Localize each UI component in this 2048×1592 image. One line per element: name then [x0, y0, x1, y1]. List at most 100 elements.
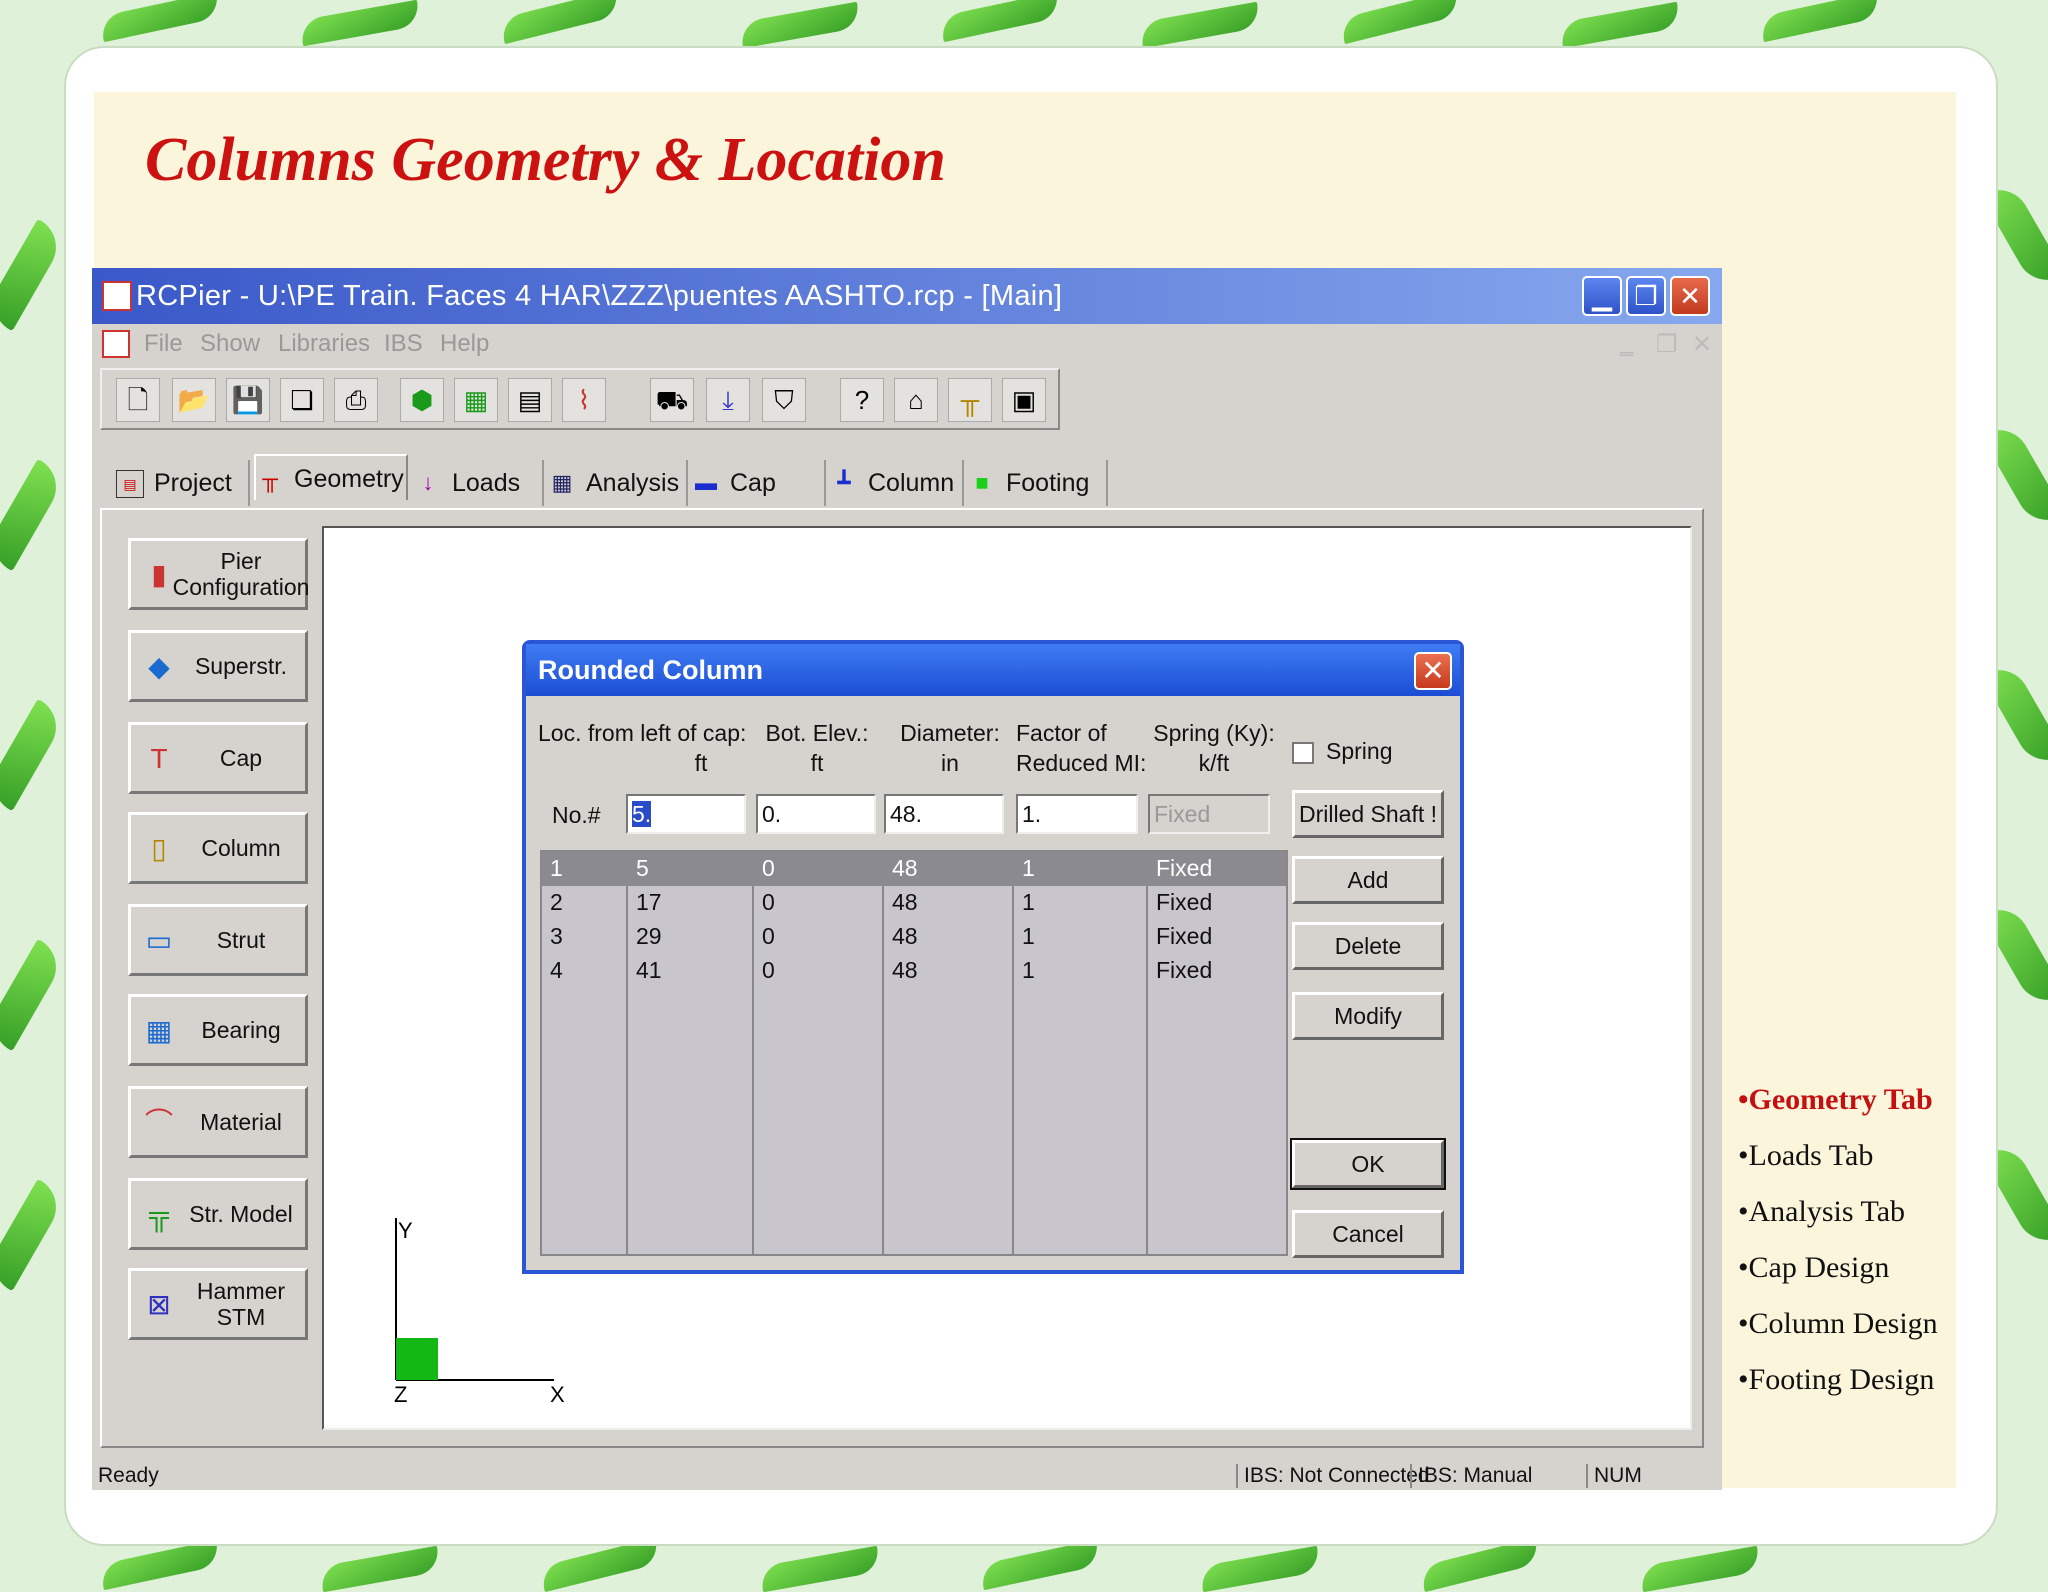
- copy-icon[interactable]: ❏: [280, 378, 324, 422]
- table-cell-loc: 17: [636, 889, 662, 915]
- bullet-item: •Loads Tab: [1738, 1139, 1874, 1172]
- mdi-close-icon[interactable]: ✕: [1692, 330, 1712, 359]
- table-cell-bot: 0: [762, 889, 775, 915]
- save-icon[interactable]: 💾: [226, 378, 270, 422]
- spring-checkbox-label: Spring: [1326, 738, 1393, 764]
- header-loc-label: Loc. from left of cap:: [538, 720, 747, 746]
- sidebar-button-label: Cap: [219, 745, 263, 771]
- tab-geometry[interactable]: ╥ Geometry: [254, 454, 408, 500]
- checkbox-box[interactable]: [1292, 741, 1314, 764]
- status-ready: Ready: [98, 1464, 159, 1487]
- cube-icon: ◆: [148, 651, 170, 682]
- truck-icon[interactable]: ⛟: [650, 378, 694, 422]
- tab-label: Cap: [730, 469, 776, 497]
- menu-help[interactable]: Help: [440, 330, 489, 358]
- window-titlebar[interactable]: RCPier - U:\PE Train. Faces 4 HAR\ZZZ\pu…: [92, 268, 1722, 324]
- bot-elev-input[interactable]: 0.: [756, 794, 876, 834]
- bearing-icon: ▦: [145, 1015, 173, 1046]
- sidebar-button-str-model[interactable]: ╦ Str. Model: [128, 1178, 308, 1250]
- bullet-item: •Footing Design: [1738, 1363, 1935, 1396]
- menu-file[interactable]: File: [144, 330, 183, 358]
- header-bot-unit: ft: [810, 750, 824, 776]
- mdi-minimize-icon[interactable]: ‗: [1620, 330, 1633, 358]
- header-spring-label: Spring (Ky):: [1153, 720, 1275, 746]
- bullet-item: •Analysis Tab: [1738, 1195, 1906, 1228]
- factor-input[interactable]: 1.: [1016, 794, 1138, 834]
- table-cell-bot: 0: [762, 923, 775, 949]
- cap-icon: ▬: [695, 470, 717, 496]
- 3d-view-icon[interactable]: ⬢: [400, 378, 444, 422]
- chart-icon[interactable]: ⌇: [562, 378, 606, 422]
- ok-button[interactable]: OK: [1290, 1138, 1446, 1190]
- print-icon[interactable]: ⎙: [334, 378, 378, 422]
- cancel-button[interactable]: Cancel: [1292, 1210, 1444, 1258]
- table-cell-spring: Fixed: [1156, 957, 1213, 983]
- columns-table[interactable]: 1 5 0 48 1 Fixed 2 17 0 48 1 Fixed 3 29 0 48 1 Fixed 4 41 0 4…: [540, 850, 1288, 1256]
- sidebar-button-hammer-stm[interactable]: ⊠ Hammer STM: [128, 1268, 308, 1340]
- table-row[interactable]: 1 5 0 48 1 Fixed: [542, 852, 1286, 886]
- tab-label: Geometry: [294, 465, 404, 493]
- table-cell-loc: 41: [636, 957, 662, 983]
- sidebar-button-pier-configuration[interactable]: ▮ Pier Configuration: [128, 538, 309, 610]
- home-icon[interactable]: ⌂: [894, 378, 938, 422]
- mdi-restore-icon[interactable]: ❐: [1656, 330, 1678, 359]
- minimize-button[interactable]: ▁: [1582, 276, 1622, 316]
- help-icon[interactable]: ?: [840, 378, 884, 422]
- table-row[interactable]: 4 41 0 48 1 Fixed: [542, 954, 1286, 988]
- sidebar-button-cap[interactable]: T Cap: [128, 722, 308, 794]
- bridge-icon[interactable]: ╥: [948, 378, 992, 422]
- table-cell-no: 4: [550, 957, 563, 983]
- add-button[interactable]: Add: [1292, 856, 1444, 904]
- status-bar: Ready IBS: Not Connected IBS: Manual NUM: [92, 1460, 1722, 1490]
- diameter-input[interactable]: 48.: [884, 794, 1004, 834]
- header-spring-unit: k/ft: [1198, 750, 1230, 776]
- spring-checkbox[interactable]: Spring: [1292, 738, 1392, 765]
- image-icon[interactable]: ▣: [1002, 378, 1046, 422]
- header-bot-label: Bot. Elev.:: [765, 720, 869, 746]
- grid-icon[interactable]: ▦: [454, 378, 498, 422]
- tab-label: Loads: [452, 469, 521, 497]
- strut-icon: ▭: [145, 925, 173, 956]
- app-icon: [102, 281, 132, 311]
- tab-cap[interactable]: ▬ Cap: [692, 460, 826, 506]
- menu-libraries[interactable]: Libraries: [278, 330, 370, 358]
- sidebar-button-label: Bearing: [201, 1017, 281, 1043]
- table-cell-no: 1: [550, 855, 563, 881]
- sidebar-button-superstr[interactable]: ◆ Superstr.: [128, 630, 308, 702]
- new-icon[interactable]: 🗋: [116, 378, 160, 422]
- tab-loads[interactable]: ↓ Loads: [414, 460, 544, 506]
- tab-project[interactable]: ▤ Project: [116, 460, 250, 506]
- table-row[interactable]: 3 29 0 48 1 Fixed: [542, 920, 1286, 954]
- tab-column[interactable]: ┻ Column: [830, 460, 964, 506]
- menu-bar: File Show Libraries IBS Help ‗ ❐ ✕: [92, 324, 1722, 364]
- header-diameter: Diameter: in: [890, 718, 1010, 778]
- sidebar-button-label: Strut: [216, 927, 266, 953]
- document-icon: [102, 330, 130, 358]
- spring-input: Fixed: [1148, 794, 1270, 834]
- header-loc: Loc. from left of cap: ft: [538, 718, 747, 778]
- tab-footing[interactable]: ■ Footing: [968, 460, 1108, 506]
- loc-input[interactable]: 5.: [626, 794, 746, 834]
- close-button[interactable]: ✕: [1670, 276, 1710, 316]
- report-icon[interactable]: ▤: [508, 378, 552, 422]
- dialog-close-button[interactable]: ✕: [1414, 652, 1452, 690]
- tab-analysis[interactable]: ▦ Analysis: [548, 460, 688, 506]
- modify-button[interactable]: Modify: [1292, 992, 1444, 1040]
- delete-button[interactable]: Delete: [1292, 922, 1444, 970]
- sidebar-button-bearing[interactable]: ▦ Bearing: [128, 994, 308, 1066]
- table-row[interactable]: 2 17 0 48 1 Fixed: [542, 886, 1286, 920]
- open-icon[interactable]: 📂: [172, 378, 216, 422]
- z-axis-label: Z: [394, 1382, 407, 1407]
- x-axis-label: X: [550, 1382, 565, 1407]
- sidebar-button-strut[interactable]: ▭ Strut: [128, 904, 308, 976]
- load-icon[interactable]: ⤓: [706, 378, 750, 422]
- stamp-icon[interactable]: ⛉: [762, 378, 806, 422]
- sidebar-button-column[interactable]: ▯ Column: [128, 812, 308, 884]
- menu-show[interactable]: Show: [200, 330, 260, 358]
- menu-ibs[interactable]: IBS: [384, 330, 423, 358]
- restore-button[interactable]: ❐: [1626, 276, 1666, 316]
- sidebar-button-material[interactable]: ⌒ Material: [128, 1086, 308, 1158]
- dialog-title[interactable]: Rounded Column: [526, 644, 1460, 696]
- drilled-shaft-button[interactable]: Drilled Shaft !: [1292, 790, 1444, 838]
- header-dia-label: Diameter:: [900, 720, 1000, 746]
